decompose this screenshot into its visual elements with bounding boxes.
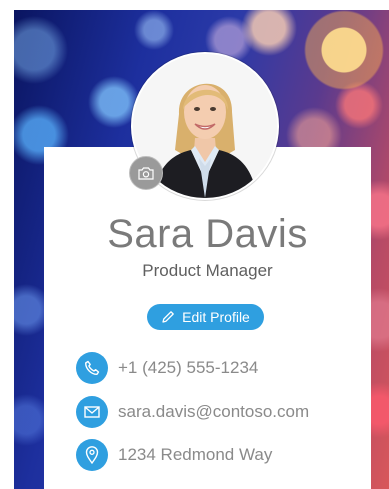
pencil-icon	[162, 311, 174, 323]
phone-icon	[76, 352, 108, 384]
mail-icon	[76, 396, 108, 428]
contact-phone-row[interactable]: +1 (425) 555-1234	[76, 352, 258, 384]
contact-email-text: sara.davis@contoso.com	[118, 402, 310, 421]
location-pin-icon	[76, 439, 108, 471]
contact-phone-text: +1 (425) 555-1234	[118, 358, 259, 377]
edit-profile-button[interactable]: Edit Profile	[147, 304, 264, 330]
contact-address-row[interactable]: 1234 Redmond Way	[76, 439, 272, 471]
change-photo-button[interactable]	[129, 156, 163, 190]
profile-name: Sara Davis	[107, 212, 308, 256]
contact-email-row[interactable]: sara.davis@contoso.com	[76, 396, 309, 428]
camera-icon	[138, 167, 154, 180]
profile-title: Product Manager	[142, 261, 273, 280]
edit-profile-label: Edit Profile	[182, 309, 250, 325]
contact-address-text: 1234 Redmond Way	[118, 445, 273, 464]
